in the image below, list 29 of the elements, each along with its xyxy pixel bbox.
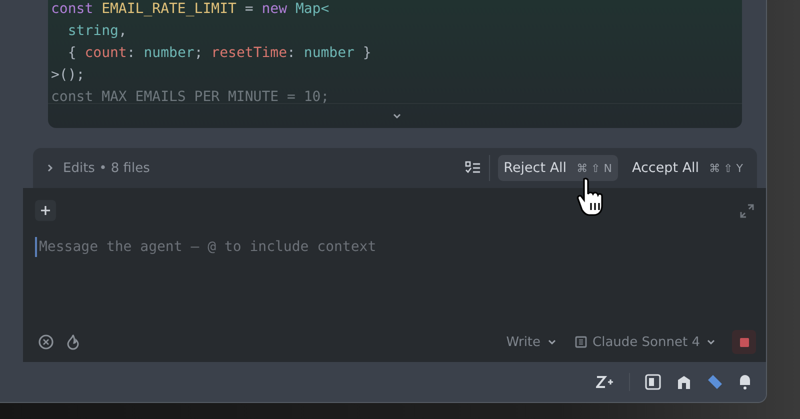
edits-summary: Edits • 8 files [63, 160, 150, 176]
code-line: const EMAIL_RATE_LIMIT = new Map< [51, 0, 330, 19]
code-line: const MAX_EMAILS_PER_MINUTE = 10; [51, 88, 330, 103]
model-icon [574, 336, 587, 348]
expand-chevron-icon[interactable] [392, 111, 402, 121]
stop-button[interactable] [732, 330, 756, 354]
accept-all-button[interactable]: Accept All ⌘ ⇧ Y [626, 155, 749, 181]
model-dropdown[interactable]: Claude Sonnet 4 [574, 334, 716, 350]
house-icon[interactable] [676, 374, 692, 390]
reject-all-button[interactable]: Reject All ⌘ ⇧ N [498, 155, 618, 181]
expand-toggle-icon[interactable] [45, 163, 55, 173]
panel-icon[interactable] [645, 374, 661, 390]
chevron-down-icon [546, 337, 557, 347]
code-line: >(); [51, 66, 85, 85]
add-button[interactable] [35, 200, 56, 221]
checklist-icon[interactable] [464, 161, 481, 175]
plus-icon [40, 205, 51, 216]
mode-dropdown[interactable]: Write [506, 334, 557, 350]
flame-icon[interactable] [66, 334, 80, 350]
chevron-down-icon [392, 111, 402, 121]
tag-icon[interactable] [707, 374, 723, 390]
code-line: string, [66, 22, 127, 41]
code-line: { count: number; resetTime: number } [66, 44, 372, 63]
cancel-circle-icon[interactable] [38, 334, 54, 350]
list-add-icon[interactable] [596, 375, 614, 389]
chevron-down-icon [706, 337, 716, 347]
message-field[interactable]: Message the agent — @ to include context [35, 237, 599, 257]
bell-icon[interactable] [738, 374, 752, 390]
expand-icon[interactable] [740, 204, 754, 218]
